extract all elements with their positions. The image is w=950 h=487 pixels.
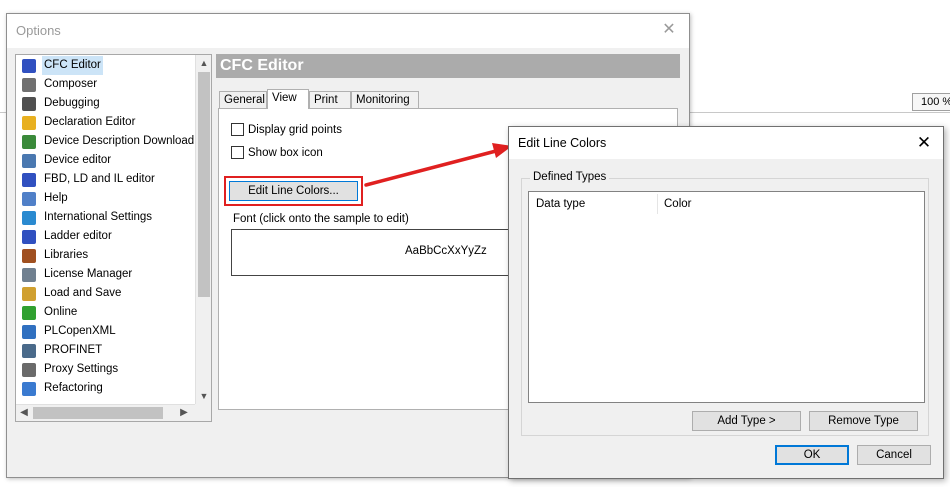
column-header-color[interactable]: Color xyxy=(657,192,857,216)
list-header: Data type Color xyxy=(529,192,924,216)
tab-view[interactable]: View xyxy=(267,89,309,109)
types-list-view[interactable]: Data type Color xyxy=(528,191,925,403)
defined-types-group: Defined Types Data type Color Add Type >… xyxy=(521,171,929,436)
remove-type-button[interactable]: Remove Type xyxy=(809,411,918,431)
edit-line-colors-dialog: Edit Line Colors ✕ Defined Types Data ty… xyxy=(508,126,944,479)
cancel-button[interactable]: Cancel xyxy=(857,445,931,465)
defined-types-label: Defined Types xyxy=(530,171,610,183)
dialog-close-icon[interactable]: ✕ xyxy=(911,130,937,156)
column-header-data-type[interactable]: Data type xyxy=(529,192,657,216)
dialog-title: Edit Line Colors xyxy=(509,127,943,159)
add-type-button[interactable]: Add Type > xyxy=(692,411,801,431)
ok-button[interactable]: OK xyxy=(775,445,849,465)
